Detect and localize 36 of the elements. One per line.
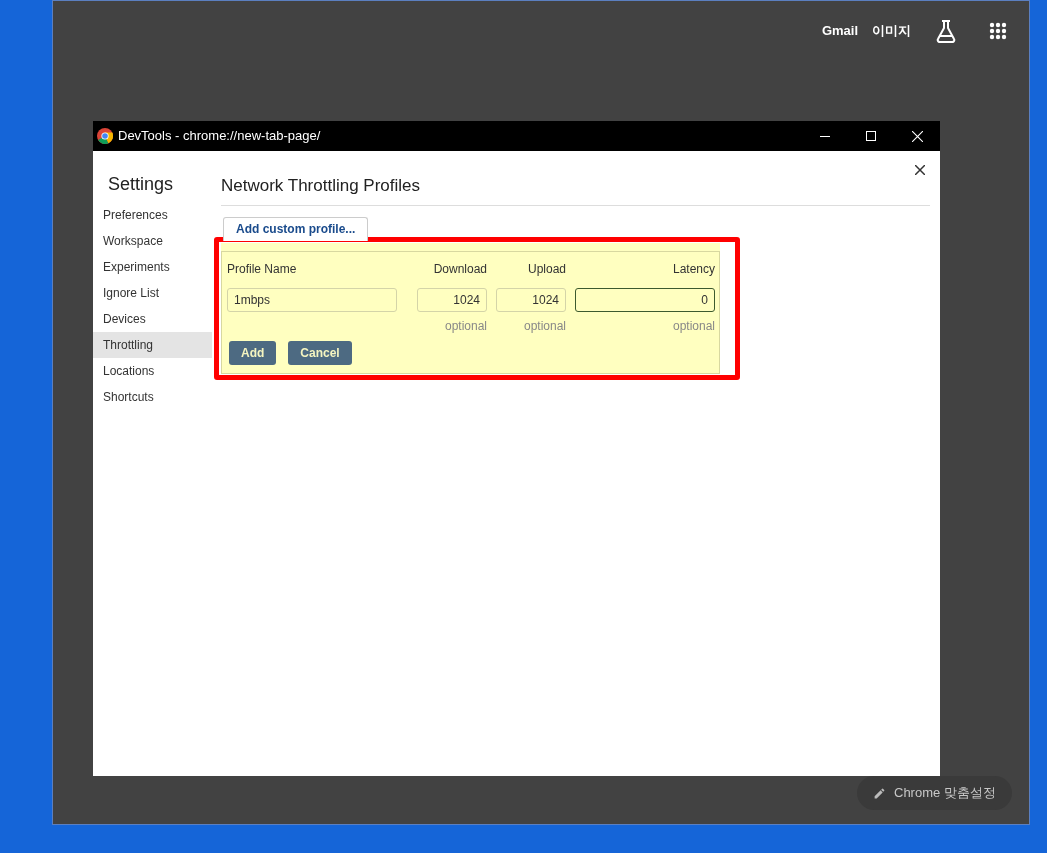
form-button[interactable]: Add xyxy=(229,340,277,365)
sidebar-item[interactable]: Experiments xyxy=(93,254,212,280)
column-label: Latency xyxy=(672,260,715,276)
input-field[interactable]: 1024 xyxy=(417,287,487,312)
sidebar-item[interactable]: Throttling xyxy=(93,332,212,358)
column-label: Download xyxy=(433,260,487,276)
sidebar-item[interactable]: Shortcuts xyxy=(93,384,212,410)
hint-text: optional xyxy=(672,317,715,335)
settings-title: Settings xyxy=(107,173,175,196)
pencil-icon xyxy=(873,786,886,800)
close-icon xyxy=(911,130,923,142)
customize-chrome-button[interactable]: Chrome 맞춤설정 xyxy=(857,776,1012,810)
input-field[interactable]: 0 xyxy=(575,287,715,312)
input-field[interactable]: 1mbps xyxy=(227,287,397,312)
hint-text: optional xyxy=(444,317,487,335)
window-title: DevTools - chrome://new-tab-page/ xyxy=(118,127,321,146)
sidebar-item[interactable]: Locations xyxy=(93,358,212,384)
sidebar-item[interactable]: Preferences xyxy=(93,202,212,228)
column-label: Profile Name xyxy=(227,260,297,276)
header-link[interactable]: 이미지 xyxy=(872,21,911,41)
apps-grid-icon[interactable] xyxy=(989,22,1007,40)
form-button[interactable]: Cancel xyxy=(288,340,352,365)
header-link[interactable]: Gmail xyxy=(821,21,858,41)
column-label: Upload xyxy=(527,260,566,276)
panel-title: Network Throttling Profiles xyxy=(221,173,930,206)
hint-text: optional xyxy=(523,317,566,335)
minimize-icon xyxy=(820,135,830,137)
sidebar-item[interactable]: Workspace xyxy=(93,228,212,254)
maximize-icon xyxy=(866,131,876,141)
input-field[interactable]: 1024 xyxy=(496,287,566,312)
add-custom-profile-button[interactable]: Add custom profile... xyxy=(223,216,369,241)
sidebar-item[interactable]: Ignore List xyxy=(93,280,212,306)
close-icon[interactable] xyxy=(915,165,925,175)
flask-icon[interactable] xyxy=(935,19,957,43)
chrome-logo-icon xyxy=(97,128,113,144)
sidebar-item[interactable]: Devices xyxy=(93,306,212,332)
